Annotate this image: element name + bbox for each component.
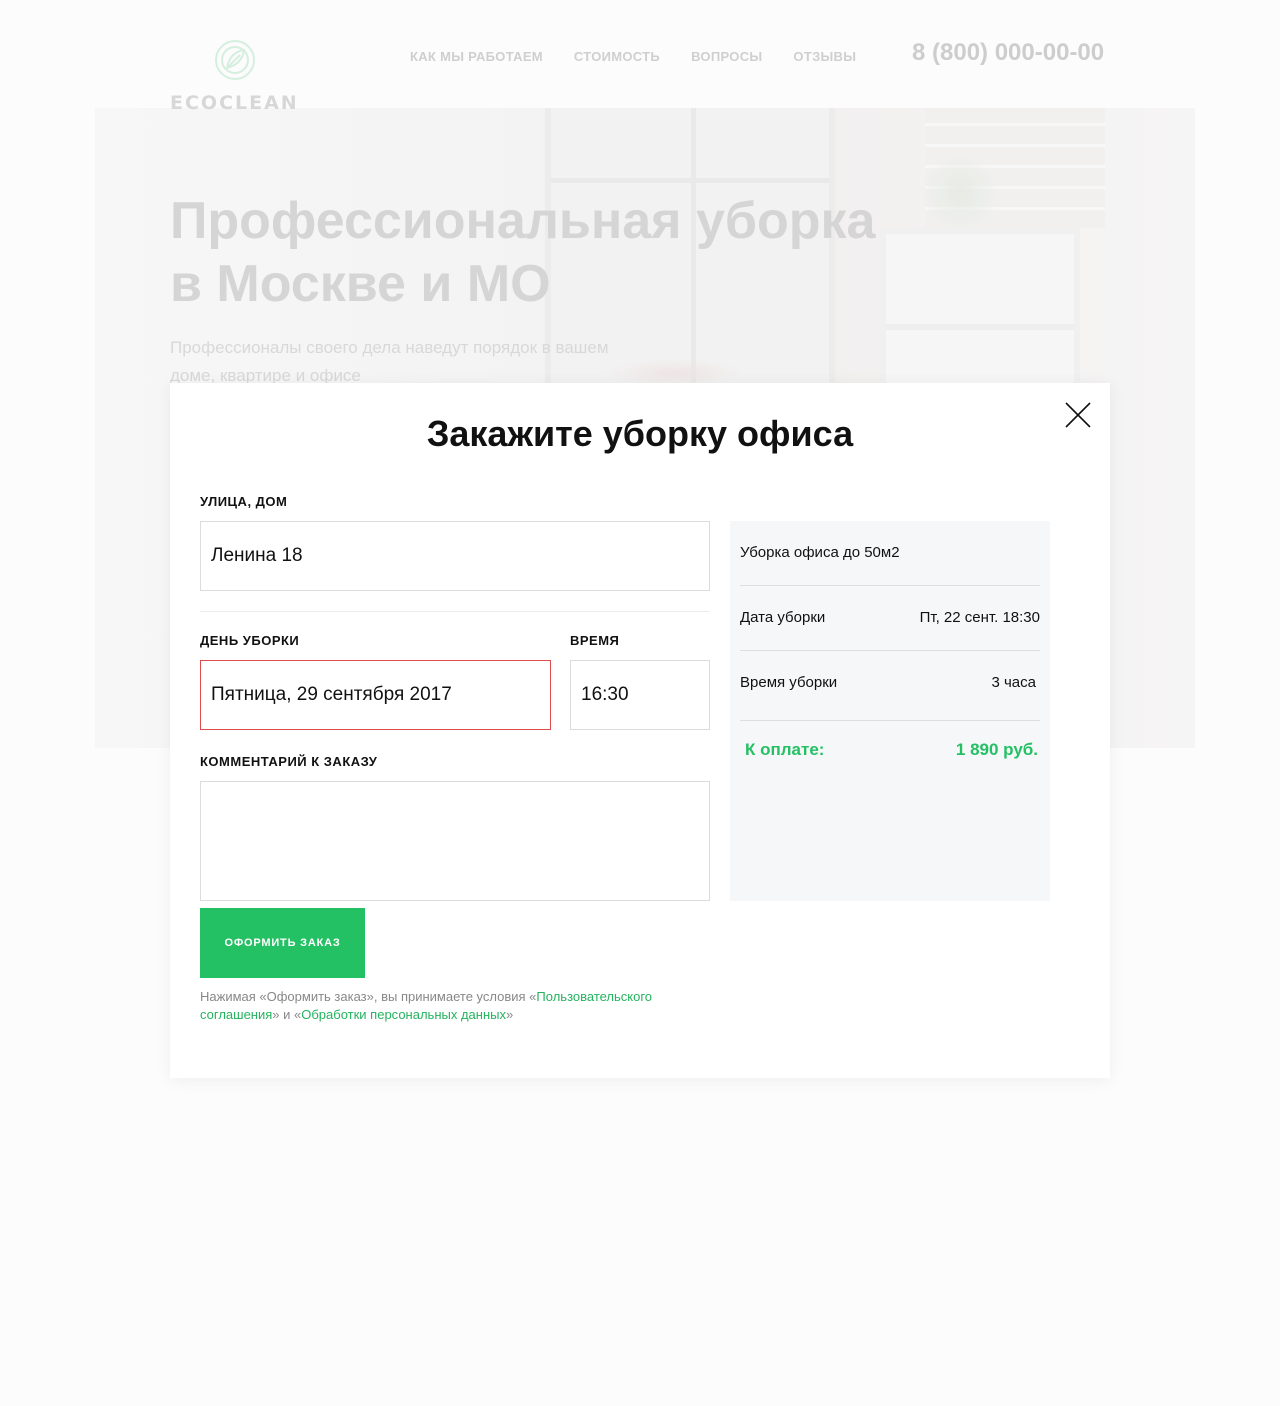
- terms-middle: » и «: [272, 1007, 302, 1022]
- summary-duration-value: 3 часа: [991, 674, 1036, 691]
- submit-order-button[interactable]: ОФОРМИТЬ ЗАКАЗ: [200, 908, 365, 978]
- personal-data-link[interactable]: Обработки персональных данных: [301, 1007, 506, 1022]
- street-label: УЛИЦА, ДОМ: [200, 494, 288, 509]
- time-input[interactable]: 16:30: [570, 660, 710, 730]
- summary-total-value: 1 890 руб.: [955, 740, 1038, 759]
- terms-prefix: Нажимая «Оформить заказ», вы принимаете …: [200, 989, 537, 1004]
- summary-date-label: Дата уборки: [740, 609, 826, 626]
- summary-duration-row: Время уборки 3 часа: [740, 674, 1040, 691]
- phone-number[interactable]: 8 (800) 000-00-00: [912, 39, 1104, 67]
- modal-title: Закажите уборку офиса: [426, 413, 854, 454]
- summary-divider: [740, 585, 1040, 586]
- day-label: ДЕНЬ УБОРКИ: [200, 633, 300, 648]
- hero-title: Профессиональная уборка в Москве и МО: [170, 190, 876, 316]
- order-summary: Уборка офиса до 50м2 Дата уборки Пт, 22 …: [730, 521, 1050, 901]
- nav-pricing[interactable]: СТОИМОСТЬ: [574, 49, 660, 64]
- summary-date-row: Дата уборки Пт, 22 сент. 18:30: [740, 609, 1040, 626]
- summary-total-label: К оплате:: [745, 740, 825, 759]
- comment-textarea[interactable]: [200, 781, 710, 901]
- terms-text: Нажимая «Оформить заказ», вы принимаете …: [200, 988, 710, 1024]
- top-nav: КАК МЫ РАБОТАЕМ СТОИМОСТЬ ВОПРОСЫ ОТЗЫВЫ: [410, 49, 856, 64]
- summary-service-row: Уборка офиса до 50м2: [740, 544, 1040, 561]
- hero-title-line-1: Профессиональная уборка: [170, 192, 876, 250]
- logo[interactable]: ECOCLEAN: [170, 38, 300, 114]
- summary-divider: [740, 720, 1040, 721]
- summary-divider: [740, 650, 1040, 651]
- street-input[interactable]: Ленина 18: [200, 521, 710, 591]
- day-input[interactable]: Пятница, 29 сентября 2017: [200, 660, 551, 730]
- summary-total-row: К оплате: 1 890 руб.: [745, 740, 1038, 760]
- terms-suffix: »: [505, 1007, 514, 1022]
- nav-reviews[interactable]: ОТЗЫВЫ: [793, 49, 856, 64]
- logo-text: ECOCLEAN: [170, 92, 299, 114]
- order-modal: Закажите уборку офиса УЛИЦА, ДОМ Ленина …: [170, 383, 1110, 1078]
- hero-title-line-2: в Москве и МО: [170, 255, 551, 313]
- hero-plant: [915, 158, 1005, 228]
- comment-label: КОММЕНТАРИЙ К ЗАКАЗУ: [200, 754, 378, 769]
- time-label: ВРЕМЯ: [570, 633, 620, 648]
- leaf-circle-icon: [215, 40, 255, 80]
- nav-how-we-work[interactable]: КАК МЫ РАБОТАЕМ: [410, 49, 543, 64]
- summary-duration-label: Время уборки: [740, 674, 838, 691]
- hero-subtitle: Профессионалы своего дела наведут порядо…: [170, 338, 609, 385]
- summary-date-value: Пт, 22 сент. 18:30: [919, 609, 1040, 626]
- divider: [200, 611, 710, 612]
- nav-faq[interactable]: ВОПРОСЫ: [691, 49, 762, 64]
- summary-service: Уборка офиса до 50м2: [740, 544, 900, 561]
